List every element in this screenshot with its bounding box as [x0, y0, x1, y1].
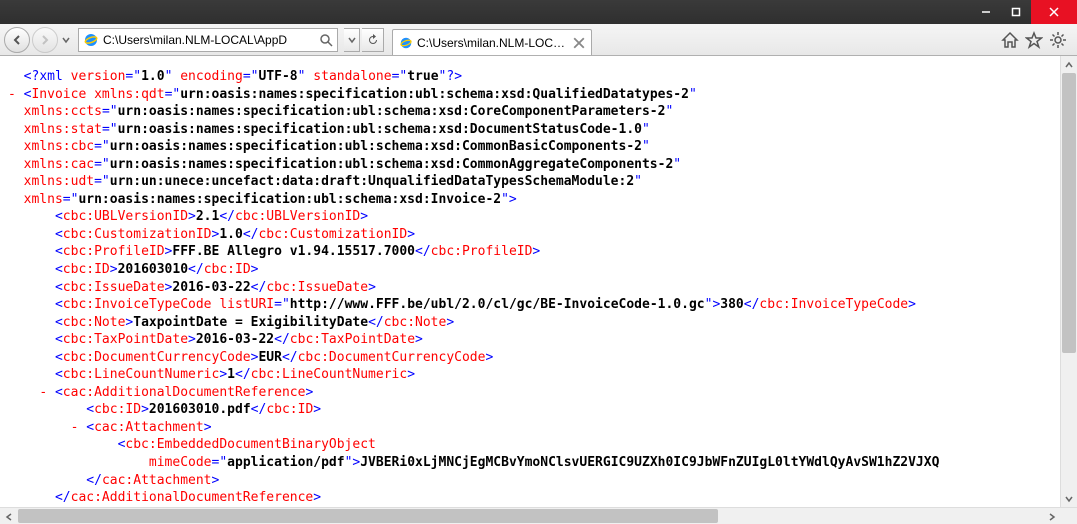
content-area: <?xml version="1.0" encoding="UTF-8" sta…	[0, 56, 1077, 524]
tab-active[interactable]: C:\Users\milan.NLM-LOCA...	[392, 29, 592, 55]
xml-viewer: <?xml version="1.0" encoding="UTF-8" sta…	[0, 56, 1077, 524]
window-titlebar	[0, 0, 1077, 24]
scroll-down-button[interactable]	[1061, 490, 1077, 507]
address-input[interactable]	[103, 33, 317, 47]
scroll-up-button[interactable]	[1061, 56, 1077, 73]
search-icon[interactable]	[319, 33, 333, 47]
address-dropdown[interactable]	[344, 28, 360, 52]
favorites-icon[interactable]	[1025, 31, 1043, 49]
horizontal-scrollbar[interactable]	[0, 507, 1077, 524]
vertical-scrollbar[interactable]	[1060, 56, 1077, 507]
toolbar: C:\Users\milan.NLM-LOCA...	[0, 24, 1077, 56]
close-button[interactable]	[1031, 0, 1077, 24]
back-button[interactable]	[4, 27, 30, 53]
ie-logo-icon	[83, 32, 99, 48]
nav-history-dropdown[interactable]	[60, 27, 72, 53]
tab-title: C:\Users\milan.NLM-LOCA...	[417, 36, 569, 50]
browser-window: C:\Users\milan.NLM-LOCA... <?xml version…	[0, 0, 1077, 524]
scroll-right-button[interactable]	[1043, 508, 1060, 524]
tools-icon[interactable]	[1049, 31, 1067, 49]
address-bar[interactable]	[78, 28, 338, 52]
horizontal-scroll-thumb[interactable]	[18, 509, 718, 523]
ie-logo-icon	[399, 36, 413, 50]
forward-button[interactable]	[32, 27, 58, 53]
minimize-button[interactable]	[971, 0, 1001, 24]
vertical-scroll-thumb[interactable]	[1062, 73, 1076, 353]
home-icon[interactable]	[1001, 31, 1019, 49]
scroll-left-button[interactable]	[0, 508, 17, 524]
toolbar-right-icons	[1001, 31, 1073, 49]
refresh-button[interactable]	[362, 28, 384, 52]
tab-close-icon[interactable]	[573, 37, 585, 49]
maximize-button[interactable]	[1001, 0, 1031, 24]
tab-strip: C:\Users\milan.NLM-LOCA...	[392, 24, 999, 55]
scrollbar-corner	[1060, 508, 1077, 524]
